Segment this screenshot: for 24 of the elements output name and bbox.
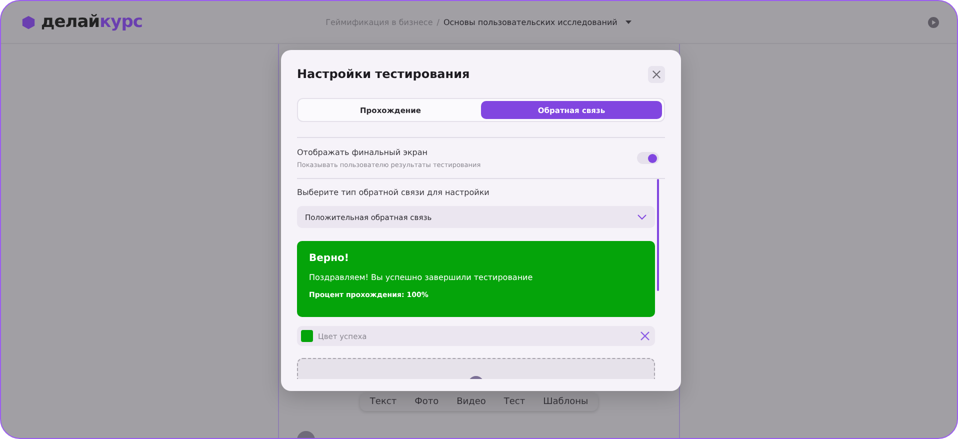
breadcrumb-link[interactable]: Основы пользовательских исследований: [443, 18, 618, 26]
logo-cube-icon: [21, 14, 36, 30]
toolbar-button[interactable]: Текст: [370, 397, 397, 407]
toolbar-button[interactable]: Шаблоны: [543, 397, 588, 407]
close-icon: [652, 70, 661, 78]
preview-message: Поздравляем! Вы успешно завершили тестирование: [309, 273, 534, 282]
toolbar-button[interactable]: Видео: [456, 397, 486, 407]
caret-icon[interactable]: [625, 20, 632, 24]
preview-title: Верно!: [309, 253, 350, 264]
scrollbar[interactable]: [657, 179, 659, 291]
toolbar-button[interactable]: Фото: [414, 397, 439, 407]
dialog-title: Настройки тестирования: [297, 67, 470, 81]
toggle-label: Отображать финальный экран: [297, 148, 429, 156]
logo-text: делайкурс: [41, 12, 142, 32]
breadcrumb-separator: /: [436, 18, 440, 26]
close-icon: [639, 330, 651, 342]
select-label: Выберите тип обратной связи для настройки: [297, 188, 490, 197]
clear-button[interactable]: [639, 330, 651, 342]
play-icon[interactable]: [928, 16, 939, 28]
chevron-down-icon: [637, 214, 647, 220]
close-button[interactable]: [648, 66, 665, 82]
toolbar-button[interactable]: Тест: [504, 397, 526, 407]
color-swatch[interactable]: [301, 330, 313, 342]
toggle-switch[interactable]: [637, 152, 659, 164]
